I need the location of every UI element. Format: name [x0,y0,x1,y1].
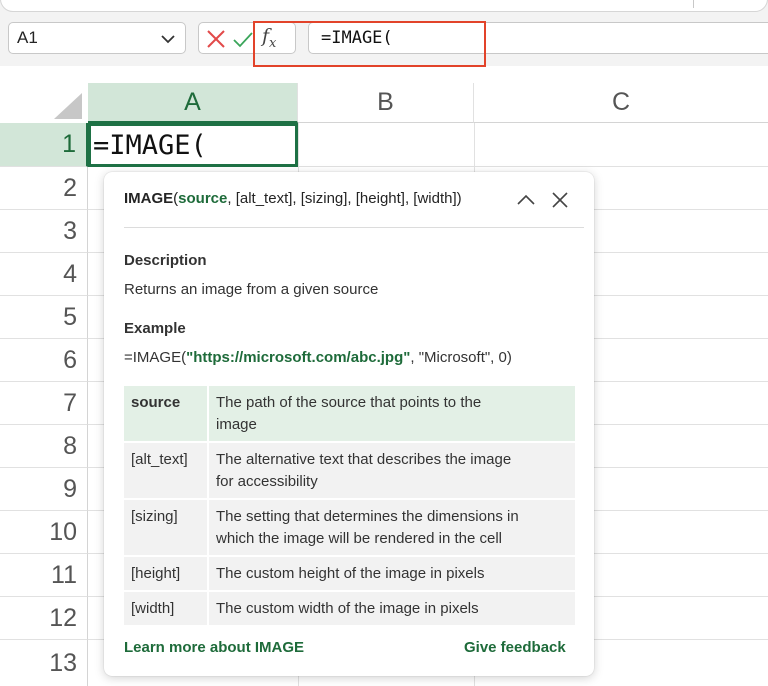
example-url: "https://microsoft.com/abc.jpg" [186,349,411,366]
param-desc: The path of the source that points to th… [208,386,575,443]
tooltip-divider [124,227,584,228]
top-strip [0,0,768,12]
current-argument: source [178,190,228,207]
formula-input[interactable]: =IMAGE( [308,22,768,54]
row-header-10[interactable]: 10 [0,511,88,554]
example-heading: Example [124,320,186,337]
formula-buttons: fx [198,22,296,54]
row-header-3[interactable]: 3 [0,210,88,253]
give-feedback-link[interactable]: Give feedback [464,639,566,656]
search-pill[interactable] [0,0,768,12]
column-header-b[interactable]: B [298,83,474,123]
select-all-button[interactable] [0,83,88,123]
row-header-9[interactable]: 9 [0,468,88,511]
param-desc: The custom height of the image in pixels [208,556,575,592]
param-name: [width] [124,591,209,627]
function-name: IMAGE [124,190,174,207]
parameters-table: source The path of the source that point… [124,386,575,627]
row-header-2[interactable]: 2 [0,167,88,210]
row-header-11[interactable]: 11 [0,554,88,597]
signature-rest: , [alt_text], [sizing], [height], [width… [227,190,462,207]
formula-bar-row: A1 fx =IMAGE( [0,12,768,67]
param-desc-line: The path of the source that points to th… [216,394,482,411]
name-box[interactable]: A1 [8,22,186,54]
row-header-8[interactable]: 8 [0,425,88,468]
column-header-c[interactable]: C [474,83,768,123]
description-heading: Description [124,252,207,269]
param-row-width: [width] The custom width of the image in… [124,591,575,627]
param-name: [alt_text] [124,442,209,500]
function-signature: IMAGE(source, [alt_text], [sizing], [hei… [124,190,462,207]
param-name: source [124,386,209,443]
param-desc-line: The setting that determines the dimensio… [216,508,519,525]
fx-icon[interactable]: fx [262,25,276,51]
param-name: [sizing] [124,499,209,557]
close-icon[interactable] [548,188,572,212]
collapse-up-icon[interactable] [514,188,538,212]
active-cell-a1[interactable]: =IMAGE( [88,123,298,167]
name-box-value: A1 [17,28,38,47]
cancel-icon[interactable] [205,28,227,50]
param-desc: The setting that determines the dimensio… [208,499,575,557]
param-desc: The alternative text that describes the … [208,442,575,500]
row-header-7[interactable]: 7 [0,382,88,425]
example-suffix: , "Microsoft", 0) [410,349,512,366]
param-desc-line: for accessibility [216,473,318,490]
param-row-source: source The path of the source that point… [124,386,575,443]
param-row-height: [height] The custom height of the image … [124,556,575,592]
column-header-a[interactable]: A [88,83,298,123]
row-header-13[interactable]: 13 [0,640,88,686]
example-prefix: =IMAGE( [124,349,187,366]
description-text: Returns an image from a given source [124,281,379,298]
check-icon[interactable] [232,29,254,51]
param-row-alt-text: [alt_text] The alternative text that des… [124,442,575,500]
param-desc-line: which the image will be rendered in the … [216,530,502,547]
function-tooltip: IMAGE(source, [alt_text], [sizing], [hei… [104,172,594,676]
row-header-5[interactable]: 5 [0,296,88,339]
row-header-4[interactable]: 4 [0,253,88,296]
example-text: =IMAGE("https://microsoft.com/abc.jpg", … [124,349,512,366]
param-desc-line: image [216,416,257,433]
row-header-6[interactable]: 6 [0,339,88,382]
param-name: [height] [124,556,209,592]
select-all-triangle-icon [54,93,82,119]
row-header-1[interactable]: 1 [0,123,88,167]
learn-more-link[interactable]: Learn more about IMAGE [124,639,304,656]
param-row-sizing: [sizing] The setting that determines the… [124,499,575,557]
row-header-12[interactable]: 12 [0,597,88,640]
param-desc: The custom width of the image in pixels [208,591,575,627]
chevron-down-icon[interactable] [158,29,178,49]
param-desc-line: The alternative text that describes the … [216,451,512,468]
strip-divider [693,0,694,8]
